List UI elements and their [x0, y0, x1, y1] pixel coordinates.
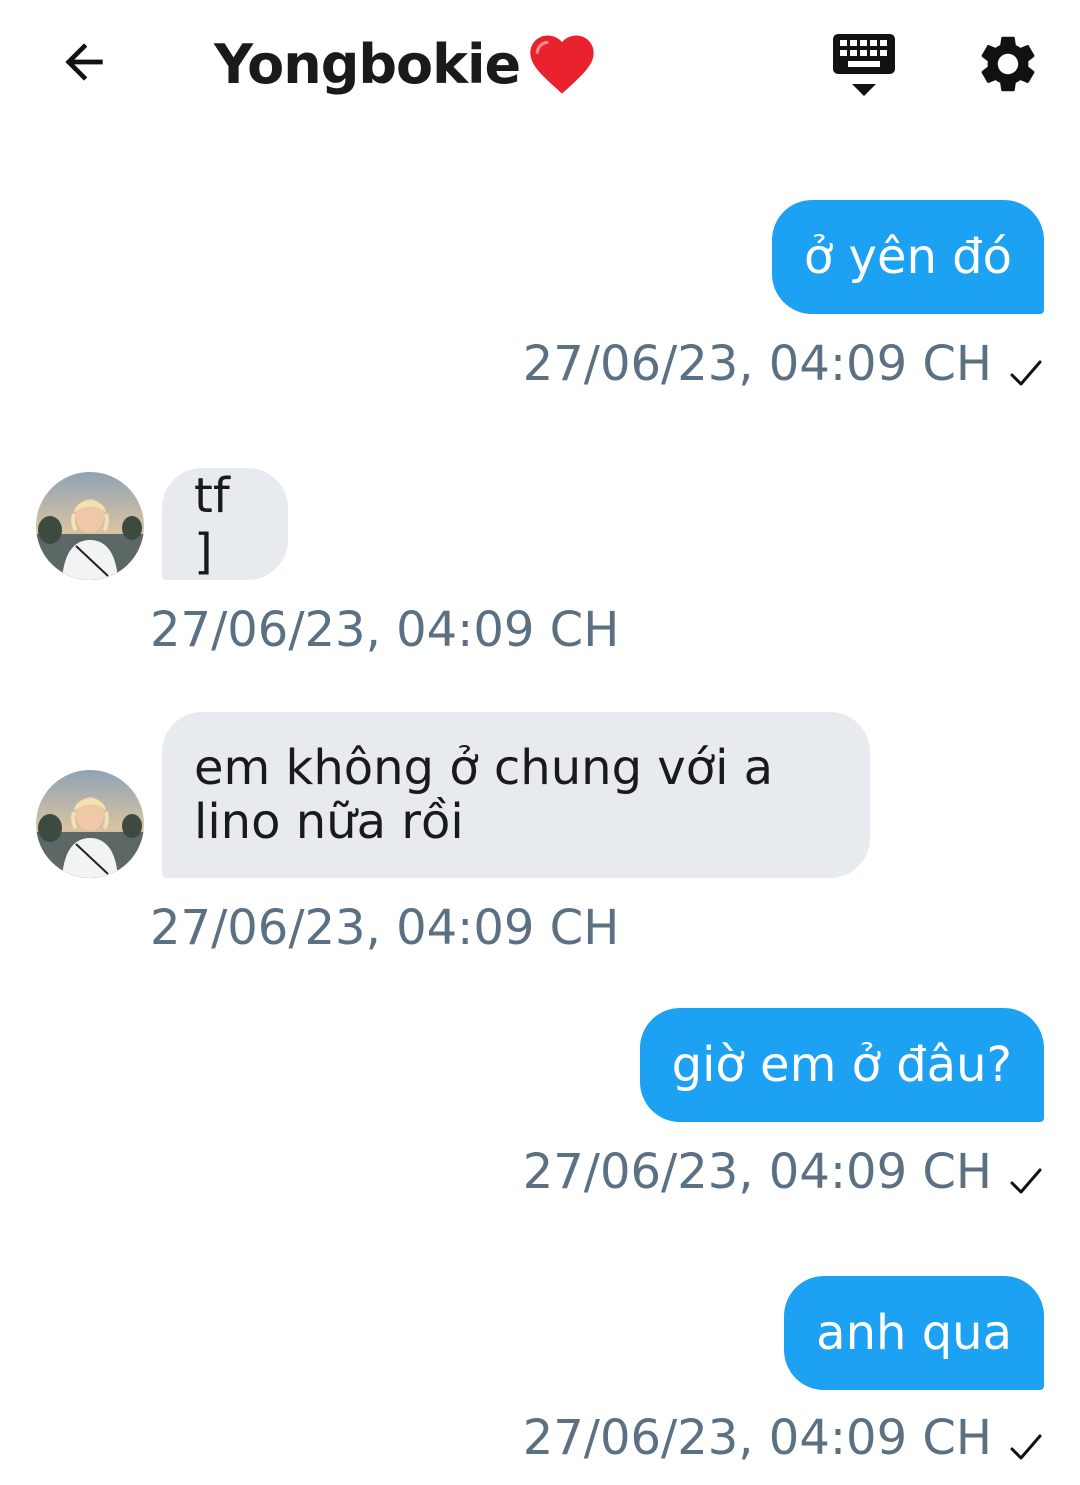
keyboard-hide-button[interactable]	[830, 30, 898, 102]
message-timestamp: 27/06/23, 04:09 CH	[150, 600, 619, 660]
sent-check-icon	[1010, 360, 1042, 386]
back-button[interactable]	[52, 30, 116, 94]
message-text: tf ]	[194, 468, 230, 580]
timestamp-text: 27/06/23, 04:09 CH	[522, 1144, 992, 1200]
message-bubble-outgoing[interactable]: ở yên đó	[771, 200, 1044, 314]
arrow-left-icon	[65, 43, 103, 81]
timestamp-text: 27/06/23, 04:09 CH	[522, 336, 992, 392]
conversation-title[interactable]: Yongbokie	[214, 24, 600, 104]
message-bubble-incoming[interactable]: em không ở chung với a lino nữa rồi	[162, 712, 870, 878]
contact-avatar[interactable]	[36, 472, 144, 580]
chat-header: Yongbokie	[0, 0, 1080, 128]
message-timestamp: 27/06/23, 04:09 CH	[150, 898, 619, 958]
timestamp-text: 27/06/23, 04:09 CH	[150, 602, 620, 658]
message-timestamp: 27/06/23, 04:09 CH	[523, 1408, 1046, 1468]
contact-avatar[interactable]	[36, 770, 144, 878]
contact-name: Yongbokie	[214, 32, 521, 96]
timestamp-text: 27/06/23, 04:09 CH	[150, 900, 620, 956]
settings-button[interactable]	[974, 30, 1042, 98]
gear-icon	[981, 36, 1035, 92]
message-timestamp: 27/06/23, 04:09 CH	[523, 334, 1046, 394]
sent-check-icon	[1010, 1434, 1042, 1460]
red-heart-icon	[524, 26, 600, 102]
keyboard-hide-icon	[833, 34, 895, 96]
message-bubble-outgoing[interactable]: giờ em ở đâu?	[639, 1008, 1044, 1122]
message-text: ở yên đó	[803, 229, 1012, 285]
timestamp-text: 27/06/23, 04:09 CH	[522, 1410, 992, 1466]
message-text: giờ em ở đâu?	[671, 1037, 1012, 1093]
sent-check-icon	[1010, 1168, 1042, 1194]
message-timestamp: 27/06/23, 04:09 CH	[523, 1142, 1046, 1202]
message-text: anh qua	[816, 1305, 1012, 1361]
message-bubble-outgoing[interactable]: anh qua	[784, 1276, 1044, 1390]
message-text: em không ở chung với a lino nữa rồi	[194, 740, 774, 850]
message-bubble-incoming[interactable]: tf ]	[162, 468, 288, 580]
